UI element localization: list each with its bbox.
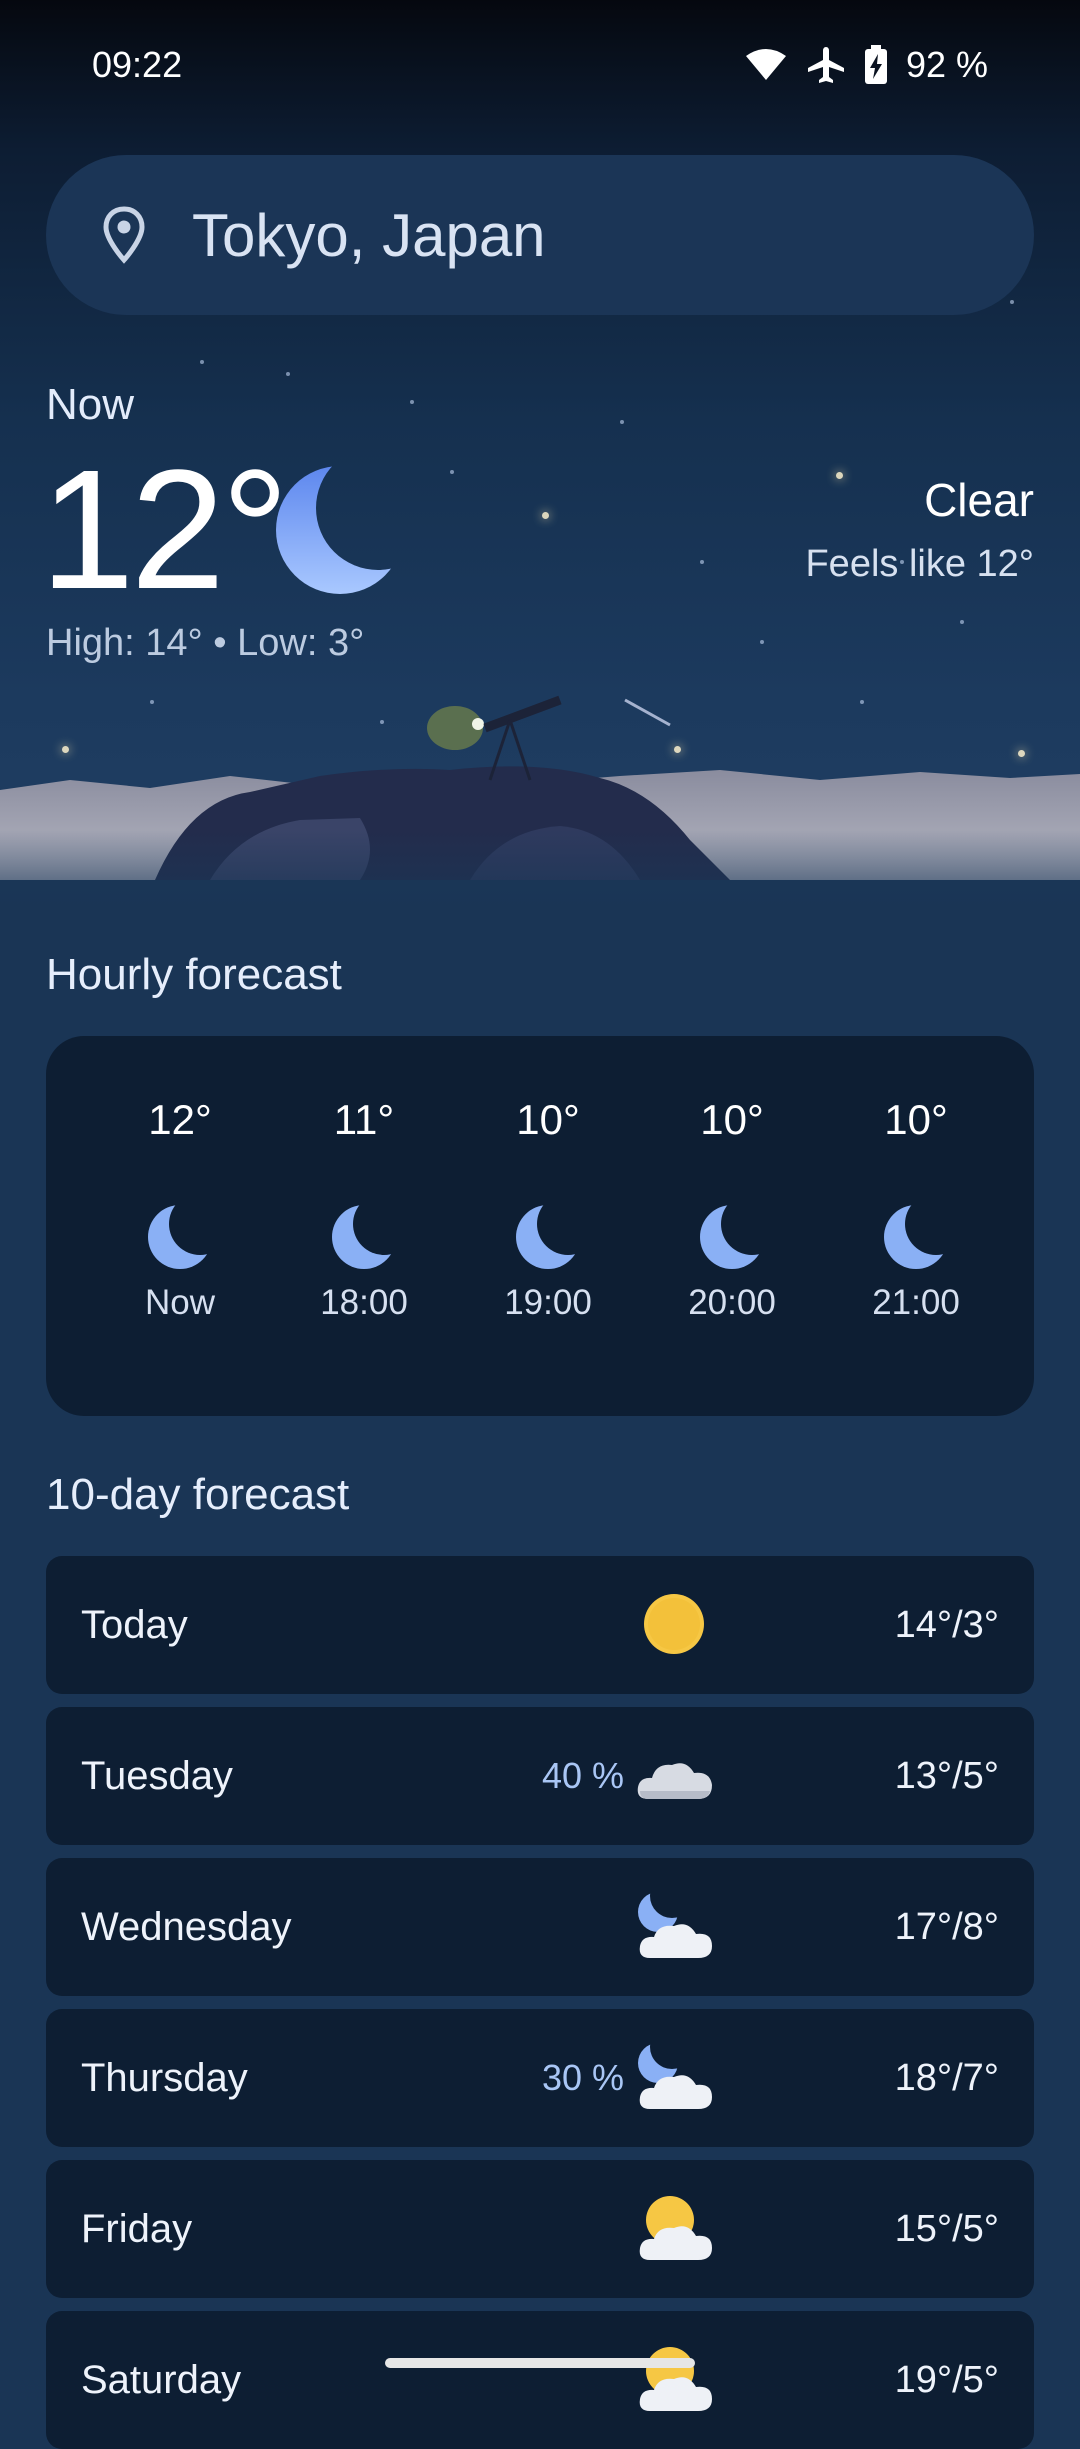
- hourly-temp: 10°: [700, 1096, 764, 1143]
- location-text: Tokyo, Japan: [192, 201, 546, 269]
- hourly-item: 12° Now: [105, 1096, 255, 1323]
- scenery-illustration: [0, 695, 1080, 920]
- hourly-forecast-card[interactable]: 12° Now 11° 18:00 10° 19:00 10° 20:00 10…: [46, 1036, 1034, 1416]
- moon-icon: [884, 1205, 948, 1269]
- status-bar: 09:22 92 %: [0, 0, 1080, 130]
- battery-percent: 92 %: [905, 44, 988, 85]
- moon-icon: [516, 1205, 580, 1269]
- moon-icon: [276, 466, 404, 594]
- hourly-time: Now: [144, 1283, 216, 1322]
- hourly-item: 10° 20:00: [657, 1096, 807, 1323]
- daily-forecast-title: 10-day forecast: [46, 1470, 350, 1519]
- hourly-time: 19:00: [504, 1283, 592, 1322]
- moon-icon: [148, 1205, 212, 1269]
- location-pin-icon: [103, 206, 145, 264]
- sun-cloud-icon: [639, 2196, 712, 2260]
- sun-cloud-icon: [639, 2347, 712, 2411]
- sun-icon: [644, 1594, 704, 1654]
- hourly-temp: 12°: [148, 1096, 212, 1143]
- location-search-bar[interactable]: Tokyo, Japan: [46, 155, 1034, 315]
- hourly-temp: 11°: [333, 1096, 395, 1143]
- hourly-item: 10° 19:00: [473, 1096, 623, 1323]
- day-row-friday[interactable]: Friday 15°/5°: [46, 2160, 1034, 2298]
- day-row-thursday[interactable]: Thursday 30 % 18°/7°: [46, 2009, 1034, 2147]
- day-temps: 15°/5°: [894, 2208, 999, 2250]
- moon-icon: [332, 1205, 396, 1269]
- day-row-wednesday[interactable]: Wednesday 17°/8°: [46, 1858, 1034, 1996]
- precip-chance: 30 %: [541, 2057, 624, 2098]
- hourly-forecast-title: Hourly forecast: [46, 950, 342, 999]
- day-name: Thursday: [81, 2056, 248, 2100]
- moon-cloud-icon: [638, 2043, 712, 2109]
- hourly-time: 18:00: [320, 1283, 408, 1322]
- airplane-mode-icon: [807, 47, 844, 83]
- wifi-icon: [745, 49, 786, 80]
- moon-cloud-icon: [638, 1892, 712, 1958]
- home-gesture-bar[interactable]: [385, 2358, 695, 2368]
- day-row-today[interactable]: Today 14°/3°: [46, 1556, 1034, 1694]
- day-name: Friday: [81, 2207, 193, 2251]
- hourly-item: 10° 21:00: [841, 1096, 991, 1323]
- condition-text: Clear: [924, 474, 1034, 526]
- day-temps: 14°/3°: [894, 1604, 999, 1646]
- day-temps: 18°/7°: [894, 2057, 999, 2099]
- cloud-icon: [637, 1763, 712, 1799]
- hourly-time: 20:00: [688, 1283, 776, 1322]
- hourly-time: 21:00: [872, 1283, 960, 1322]
- day-name: Tuesday: [81, 1754, 233, 1798]
- day-temps: 17°/8°: [894, 1906, 999, 1948]
- current-temperature: 12°: [40, 435, 289, 625]
- day-row-saturday[interactable]: Saturday 19°/5°: [46, 2311, 1034, 2449]
- now-label: Now: [46, 380, 135, 429]
- day-temps: 13°/5°: [894, 1755, 999, 1797]
- hourly-temp: 10°: [884, 1096, 948, 1143]
- moon-icon: [700, 1205, 764, 1269]
- battery-charging-icon: [864, 45, 887, 84]
- day-row-tuesday[interactable]: Tuesday 40 % 13°/5°: [46, 1707, 1034, 1845]
- status-time: 09:22: [92, 44, 183, 85]
- high-low-temperature: High: 14° • Low: 3°: [46, 622, 365, 664]
- hourly-temp: 10°: [516, 1096, 580, 1143]
- day-name: Saturday: [81, 2358, 242, 2402]
- precip-chance: 40 %: [541, 1755, 624, 1796]
- day-name: Today: [81, 1603, 188, 1647]
- hourly-item: 11° 18:00: [289, 1096, 439, 1323]
- day-temps: 19°/5°: [894, 2359, 999, 2401]
- feels-like-text: Feels like 12°: [805, 543, 1034, 585]
- day-name: Wednesday: [81, 1905, 292, 1949]
